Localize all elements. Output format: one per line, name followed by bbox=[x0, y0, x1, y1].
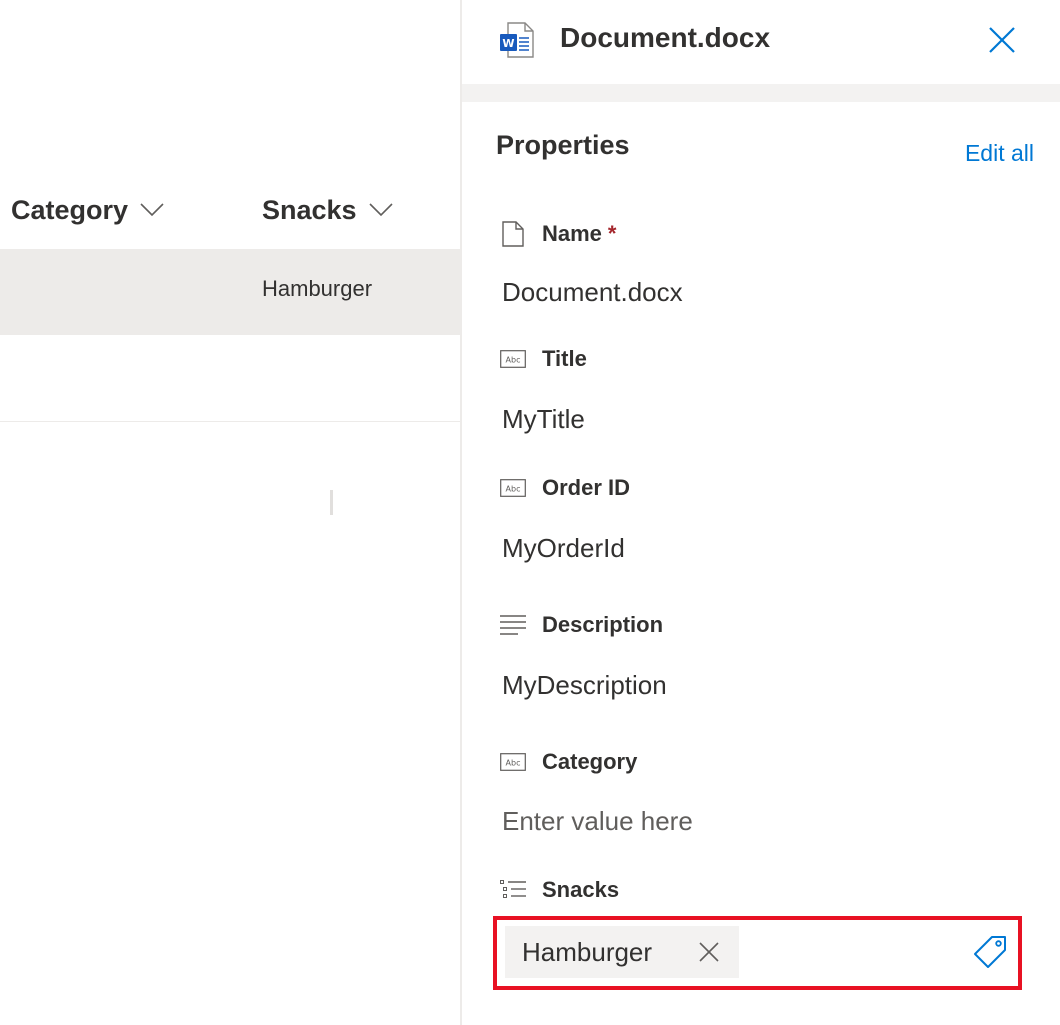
property-label-name: Name * bbox=[500, 219, 616, 249]
chevron-down-icon bbox=[140, 203, 164, 217]
tag-icon[interactable] bbox=[972, 934, 1008, 970]
header-separator bbox=[462, 84, 1060, 102]
close-icon bbox=[989, 27, 1015, 53]
description-field[interactable]: MyDescription bbox=[502, 670, 667, 701]
name-field[interactable]: Document.docx bbox=[502, 277, 683, 308]
text-field-icon: Abc bbox=[500, 346, 526, 372]
property-label-text: Name bbox=[542, 221, 602, 246]
list-divider bbox=[0, 421, 460, 422]
column-header-label: Snacks bbox=[262, 194, 357, 225]
property-label-text: Description bbox=[542, 612, 664, 637]
svg-text:W: W bbox=[502, 37, 514, 50]
property-label-text: Category bbox=[542, 749, 638, 774]
close-button[interactable] bbox=[982, 20, 1022, 60]
property-label-text: Order ID bbox=[542, 475, 631, 500]
svg-text:Abc: Abc bbox=[506, 759, 521, 768]
svg-text:Abc: Abc bbox=[506, 485, 521, 494]
text-field-icon: Abc bbox=[500, 749, 526, 775]
column-header-snacks[interactable]: Snacks bbox=[262, 190, 393, 230]
snacks-tag-picker[interactable]: Hamburger bbox=[493, 916, 1022, 990]
title-field[interactable]: MyTitle bbox=[502, 404, 585, 435]
required-indicator: * bbox=[607, 221, 617, 246]
column-resize-handle[interactable] bbox=[330, 490, 333, 515]
bullet-list-icon bbox=[500, 877, 526, 903]
property-label-snacks: Snacks bbox=[500, 875, 619, 905]
property-label-title: Abc Title bbox=[500, 344, 587, 374]
property-label-category: Abc Category bbox=[500, 747, 637, 777]
chevron-down-icon bbox=[369, 203, 393, 217]
svg-text:Abc: Abc bbox=[506, 356, 521, 365]
order-id-field[interactable]: MyOrderId bbox=[502, 533, 625, 564]
details-panel: W Document.docx Properties Edit all Name… bbox=[460, 0, 1060, 1025]
column-header-category[interactable]: Category bbox=[11, 190, 164, 230]
close-icon bbox=[699, 942, 719, 962]
table-row[interactable]: Hamburger bbox=[0, 249, 460, 335]
property-label-description: Description bbox=[500, 610, 663, 640]
column-header-label: Category bbox=[11, 194, 129, 225]
multiline-text-icon bbox=[500, 612, 526, 638]
edit-all-link[interactable]: Edit all bbox=[965, 140, 1034, 167]
tag-item[interactable]: Hamburger bbox=[505, 926, 739, 978]
word-document-icon: W bbox=[500, 22, 534, 58]
document-icon bbox=[500, 221, 526, 247]
panel-title: Document.docx bbox=[560, 22, 771, 53]
snacks-cell: Hamburger bbox=[262, 276, 373, 301]
property-label-text: Title bbox=[542, 346, 587, 371]
property-label-order-id: Abc Order ID bbox=[500, 473, 630, 503]
category-field[interactable]: Enter value here bbox=[502, 806, 693, 837]
properties-heading: Properties bbox=[496, 130, 630, 160]
tag-label: Hamburger bbox=[522, 936, 653, 967]
panel-header: W Document.docx bbox=[462, 0, 1060, 84]
text-field-icon: Abc bbox=[500, 475, 526, 501]
remove-tag-button[interactable] bbox=[695, 938, 723, 966]
property-label-text: Snacks bbox=[542, 877, 620, 902]
document-list: Category Snacks Hamburger bbox=[0, 0, 460, 1025]
